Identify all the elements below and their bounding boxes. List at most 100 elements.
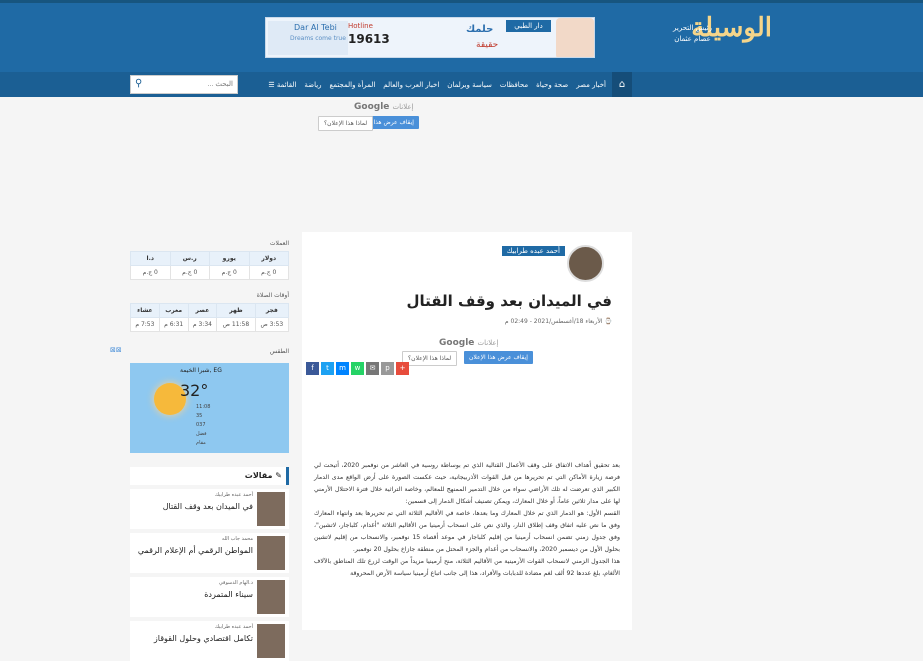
twitter-icon[interactable]: t — [321, 362, 334, 375]
nav-item-4[interactable]: اخبار العرب والعالم — [379, 81, 443, 89]
weather-detail: فضل — [196, 431, 207, 437]
weather-detail: 35 — [196, 413, 203, 419]
prayer-title: أوقات الصلاة — [256, 292, 289, 299]
ad-why-button[interactable]: لماذا هذا الإعلان؟ — [318, 116, 374, 131]
print-icon[interactable]: p — [381, 362, 394, 375]
facebook-icon[interactable]: f — [306, 362, 319, 375]
article-card: أحمد عبده طرابيك في الميدان بعد وقف القت… — [302, 232, 632, 630]
prayer-header: ظهر — [216, 303, 256, 318]
banner-subtitle: حقيقة — [476, 40, 499, 50]
currency-header: دولار — [248, 251, 289, 266]
search-box: ⚲ — [130, 75, 238, 94]
editor-name: عصام عثمان — [674, 35, 711, 43]
banner-hotline-label: Hotline — [348, 22, 373, 30]
article-paragraph: القسم الأول: هو الدمار الذي تم خلال المع… — [314, 510, 620, 553]
banner-title: حلمك — [466, 24, 494, 35]
article-link[interactable]: سيناء المتمردة — [133, 590, 253, 600]
author-avatar[interactable] — [567, 245, 604, 282]
weather-detail: مقام — [196, 440, 206, 446]
weather-detail: 11:08 — [196, 404, 211, 410]
prayer-time: 3:53 ص — [254, 317, 290, 332]
banner-slogan: Dreams come true — [290, 35, 346, 42]
top-header: Dar Al Tebi Dreams come true Hotline 196… — [0, 0, 923, 72]
weather-location: EG ,شبرا الخيمة — [180, 367, 222, 374]
banner-photo — [556, 18, 594, 57]
prayer-time: 3:34 م — [187, 317, 218, 332]
messenger-icon[interactable]: m — [336, 362, 349, 375]
site-logo[interactable]: الوسيلة رئيس التحرير عصام عثمان — [622, 13, 772, 65]
email-icon[interactable]: ✉ — [366, 362, 379, 375]
inline-ad-why-button[interactable]: لماذا هذا الإعلان؟ — [402, 351, 458, 366]
banner-logo-block: Dar Al Tebi Dreams come true — [268, 21, 348, 55]
nav-item-3[interactable]: سياسة وبرلمان — [443, 81, 496, 89]
currency-table: دولار يورو ر.س د.ا 0 ج.م 0 ج.م 0 ج.م 0 ج.م — [130, 251, 289, 280]
article-thumb[interactable] — [257, 580, 285, 614]
clock-icon: ⌚ — [604, 318, 612, 325]
list-item[interactable]: محمد جاب الله المواطن الرقمي أم الإعلام ا… — [130, 533, 289, 573]
prayer-header: مغرب — [158, 303, 189, 318]
banner-badge: دار الطبي — [506, 20, 551, 32]
weather-temp: 32° — [180, 381, 209, 400]
whatsapp-icon[interactable]: w — [351, 362, 364, 375]
article-title: في الميدان بعد وقف القتال — [406, 292, 612, 310]
prayer-time: 11:58 ص — [216, 317, 256, 332]
home-icon[interactable]: ⌂ — [612, 72, 632, 97]
ad-choices-icon[interactable]: ⊠⊠ — [110, 346, 122, 354]
nav-item-5[interactable]: المرأة والمجتمع — [326, 81, 380, 89]
currency-value: 0 ج.م — [130, 265, 171, 280]
search-input[interactable] — [153, 78, 233, 91]
article-author: أحمد عبده طرابيك — [214, 492, 253, 498]
header-banner-ad[interactable]: Dar Al Tebi Dreams come true Hotline 196… — [265, 17, 595, 58]
articles-title-text: مقالات — [244, 471, 273, 480]
search-icon[interactable]: ⚲ — [135, 78, 142, 89]
weather-widget[interactable]: EG ,شبرا الخيمة 32° 11:08 35 037 فضل مقام — [130, 363, 289, 453]
prayer-header: فجر — [254, 303, 290, 318]
article-paragraph: هذا الجدول الزمني لانسحاب القوات الأرمين… — [314, 558, 620, 577]
nav-item-1[interactable]: صحة وحياة — [532, 81, 572, 89]
article-thumb[interactable] — [257, 536, 285, 570]
article-date-text: الأربعاء 18/أغسطس/2021 - 02:49 م — [504, 318, 603, 325]
article-thumb[interactable] — [257, 492, 285, 526]
article-link[interactable]: تكامل اقتصادي وحلول القوقاز — [133, 634, 253, 644]
sidebar: العملات دولار يورو ر.س د.ا 0 ج.م 0 ج.م 0 ج.م 0 … — [130, 236, 290, 661]
plus-icon[interactable]: + — [396, 362, 409, 375]
inline-ad: إعلانات Google إيقاف عرض هذا الإعلان لما… — [402, 338, 632, 372]
weather-details: 11:08 35 037 فضل مقام — [196, 403, 210, 448]
inline-ad-google-label: إعلانات Google — [439, 338, 499, 348]
article-date: ⌚ الأربعاء 18/أغسطس/2021 - 02:49 م — [505, 318, 612, 325]
list-item[interactable]: د.الهام الدسوقي سيناء المتمردة — [130, 577, 289, 617]
prayer-header: عصر — [187, 303, 218, 318]
article-author: محمد جاب الله — [221, 536, 253, 542]
article-author: د.الهام الدسوقي — [218, 580, 253, 586]
article-author: أحمد عبده طرابيك — [214, 624, 253, 630]
prayer-time: 6:31 م — [158, 317, 189, 332]
article-link[interactable]: في الميدان بعد وقف القتال — [133, 502, 253, 512]
currency-title: العملات — [269, 240, 289, 247]
author-name-tag[interactable]: أحمد عبده طرابيك — [501, 246, 565, 256]
currency-header: د.ا — [130, 251, 171, 266]
share-bar: f t m w ✉ p + — [306, 362, 409, 375]
currency-header: يورو — [209, 251, 250, 266]
articles-title: ✎ مقالات — [130, 467, 289, 485]
header-inner: Dar Al Tebi Dreams come true Hotline 196… — [124, 3, 772, 75]
articles-list: أحمد عبده طرابيك في الميدان بعد وقف القتا… — [130, 489, 289, 661]
currency-value: 0 ج.م — [209, 265, 250, 280]
prayer-header: عشاء — [130, 303, 160, 318]
nav-item-7[interactable]: القائمة ☰ — [264, 81, 300, 89]
currency-value: 0 ج.م — [169, 265, 210, 280]
top-ad: إعلانات Google إيقاف عرض هذا الإعلان لما… — [318, 102, 548, 136]
article-link[interactable]: المواطن الرقمي أم الإعلام الرقمي — [133, 546, 253, 556]
editor-block: رئيس التحرير عصام عثمان — [673, 23, 712, 45]
article-thumb[interactable] — [257, 624, 285, 658]
list-item[interactable]: أحمد عبده طرابيك في الميدان بعد وقف القتا… — [130, 489, 289, 529]
nav-item-2[interactable]: محافظات — [496, 81, 532, 89]
articles-widget: ✎ مقالات أحمد عبده طرابيك في الميدان بعد … — [130, 467, 289, 661]
editor-label: رئيس التحرير — [673, 24, 712, 32]
nav-items: أخبار مصر صحة وحياة محافظات سياسة وبرلمان اخ… — [258, 72, 610, 97]
nav-item-6[interactable]: رياضة — [300, 81, 325, 89]
nav-item-0[interactable]: أخبار مصر — [572, 81, 610, 89]
inline-ad-stop-button[interactable]: إيقاف عرض هذا الإعلان — [464, 351, 533, 364]
list-item[interactable]: أحمد عبده طرابيك تكامل اقتصادي وحلول القو… — [130, 621, 289, 661]
ad-google-label: إعلانات Google — [354, 102, 414, 112]
banner-hotline: 19613 — [348, 32, 390, 46]
